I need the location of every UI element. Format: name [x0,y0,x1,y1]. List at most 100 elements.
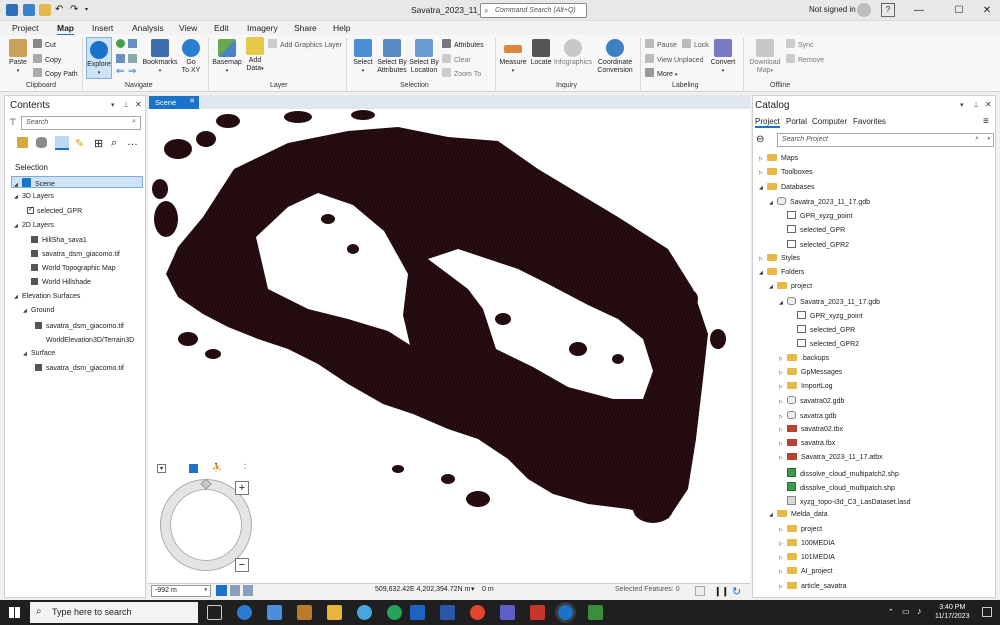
pin-icon[interactable]: ⊥ [973,101,979,109]
layer-item[interactable]: savatra_dsm_giacomo.tif [35,322,124,330]
expand-toggle-icon[interactable]: ◢ [769,511,777,520]
tab-insert[interactable]: Insert [92,23,113,33]
catalog-item[interactable]: GPR_xyzg_point [789,310,863,321]
copy-path-button[interactable]: Copy Path [33,68,78,78]
close-pane-icon[interactable]: ✕ [135,100,142,109]
maximize-button[interactable]: ☐ [947,2,971,19]
menu-icon[interactable]: ≡ [983,116,989,127]
customize-qat-icon[interactable]: ▾ [85,6,91,13]
tab-edit[interactable]: Edit [214,23,229,33]
attributes-button[interactable]: Attributes [442,39,484,49]
zoom-in-button[interactable]: + [235,481,249,495]
sign-in-status[interactable]: Not signed in [809,5,856,14]
expand-toggle-icon[interactable]: ▷ [759,169,767,178]
word-icon[interactable] [440,605,455,620]
catalog-item[interactable]: selected_GPR [789,325,855,335]
surface-group[interactable]: ◢ Surface [23,350,55,357]
volume-icon[interactable]: ♪ [917,606,922,616]
select-by-attributes-button[interactable]: Select By Attributes [375,39,409,75]
ground-group[interactable]: ◢ Ground [23,307,54,314]
fixed-zoom-in-icon[interactable] [128,39,137,48]
expand-toggle-icon[interactable]: ▷ [779,369,787,378]
table-view-icon[interactable] [230,585,240,596]
pane-options-icon[interactable]: ▾ [960,101,964,109]
edge-dev-icon[interactable] [387,605,402,620]
more-options-icon[interactable]: … [127,136,138,148]
tab-analysis[interactable]: Analysis [132,23,164,33]
convert-button[interactable]: Convert ▾ [708,39,738,75]
fixed-zoom-out-icon[interactable] [116,54,125,63]
user-avatar-icon[interactable] [857,3,871,17]
edge-icon[interactable] [237,605,252,620]
elevation-surfaces-group[interactable]: ◢ Elevation Surfaces [14,293,80,300]
open-project-icon[interactable] [39,4,51,16]
layer-item[interactable]: World Hillshade [31,278,91,286]
zoom-to-selection-button[interactable]: Zoom To [442,68,481,78]
tab-computer[interactable]: Computer [812,117,847,126]
catalog-item[interactable]: ▷ Maps [759,154,798,164]
catalog-item[interactable]: ▷ article_savatra [779,581,847,592]
catalog-item[interactable]: ▷ Savatra_2023_11_17.atbx [779,453,883,463]
browser-icon[interactable] [357,605,372,620]
expand-toggle-icon[interactable]: ▷ [759,255,767,264]
catalog-item[interactable]: dissolve_cloud_multipatch.shp [779,481,895,493]
go-to-xy-button[interactable]: Go To XY [180,39,202,75]
catalog-item[interactable]: ▷ savatra.tbx [779,439,835,449]
full-extent-icon[interactable] [116,39,125,48]
zoom-out-button[interactable]: − [235,558,249,572]
clear-selection-button[interactable]: Clear [442,54,471,64]
expand-toggle-icon[interactable]: ◢ [769,199,777,208]
contents-search-input[interactable]: Search ⌕ [21,116,141,130]
cut-button[interactable]: Cut [33,39,56,49]
expand-toggle-icon[interactable]: ▷ [779,568,787,577]
catalog-item[interactable]: ◢ Savatra_2023_11_17.gdb [779,296,880,308]
windows-start-icon[interactable] [9,607,20,618]
catalog-item[interactable]: ▷ savatra02.tbx [779,424,843,435]
arcgis-pro-icon[interactable] [558,605,573,620]
back-icon[interactable]: ⊖ [756,134,764,145]
close-button[interactable]: ✕ [975,2,999,19]
catalog-item[interactable]: ▷ Styles [759,253,800,264]
catalog-item[interactable]: ▷ ImportLog [779,382,833,392]
expand-toggle-icon[interactable]: ▷ [759,155,767,164]
minimize-button[interactable]: — [907,2,931,19]
expand-toggle-icon[interactable]: ▷ [779,355,787,364]
close-pane-icon[interactable]: ✕ [985,100,992,109]
notifications-icon[interactable] [982,607,992,617]
command-search-input[interactable]: ⌕ Command Search (Alt+Q) [480,3,587,18]
tab-help[interactable]: Help [333,23,350,33]
acrobat-icon[interactable] [530,605,545,620]
tab-project[interactable]: Project [755,117,780,128]
tab-imagery[interactable]: Imagery [247,23,278,33]
scene-item[interactable]: ◢ Scene [11,176,143,188]
catalog-item[interactable]: ▷ AI_project [779,567,833,577]
catalog-item[interactable]: ◢ Folders [759,268,804,278]
app-icon[interactable] [297,605,312,620]
scene-view[interactable]: ▾ ⛹ ⁚ + − [148,109,750,583]
list-by-snapping-icon[interactable]: ⊞ [94,137,103,150]
catalog-item[interactable]: ▷ .backups [779,353,829,364]
expand-toggle-icon[interactable]: ◢ [759,184,767,193]
layer-item[interactable]: savatra_dsm_giacomo.tif [31,250,120,258]
previous-extent-icon[interactable]: ⇐ [116,66,124,77]
list-by-drawing-order-icon[interactable] [17,137,28,148]
tray-chevron-icon[interactable]: ⌃ [888,608,894,616]
close-tab-icon[interactable]: ✕ [189,97,195,105]
catalog-item[interactable]: ◢ Databases [759,182,814,193]
add-data-button[interactable]: Add Data▾ [244,37,266,73]
catalog-item[interactable]: selected_GPR2 [789,339,859,349]
expand-toggle-icon[interactable]: ▷ [779,398,787,407]
pin-icon[interactable]: ⊥ [123,101,129,109]
pause-labeling-button[interactable]: Pause [645,39,677,49]
catalog-item[interactable]: ▷ savatra02.gdb [779,396,844,407]
explore-button[interactable]: Explore ▾ [86,37,112,79]
refresh-selection-icon[interactable] [695,586,705,596]
pause-drawing-icon[interactable]: ❙❙ [714,586,729,597]
expand-toggle-icon[interactable]: ▷ [779,383,787,392]
filter-icon[interactable]: ⊤ [9,117,17,128]
lock-labeling-button[interactable]: Lock [682,39,709,49]
navigator-3d-icon[interactable] [189,464,198,473]
expand-toggle-icon[interactable]: ◢ [769,283,777,292]
catalog-item[interactable]: ▷ Toolboxes [759,168,813,178]
2d-layers-group[interactable]: ◢ 2D Layers [14,222,54,229]
